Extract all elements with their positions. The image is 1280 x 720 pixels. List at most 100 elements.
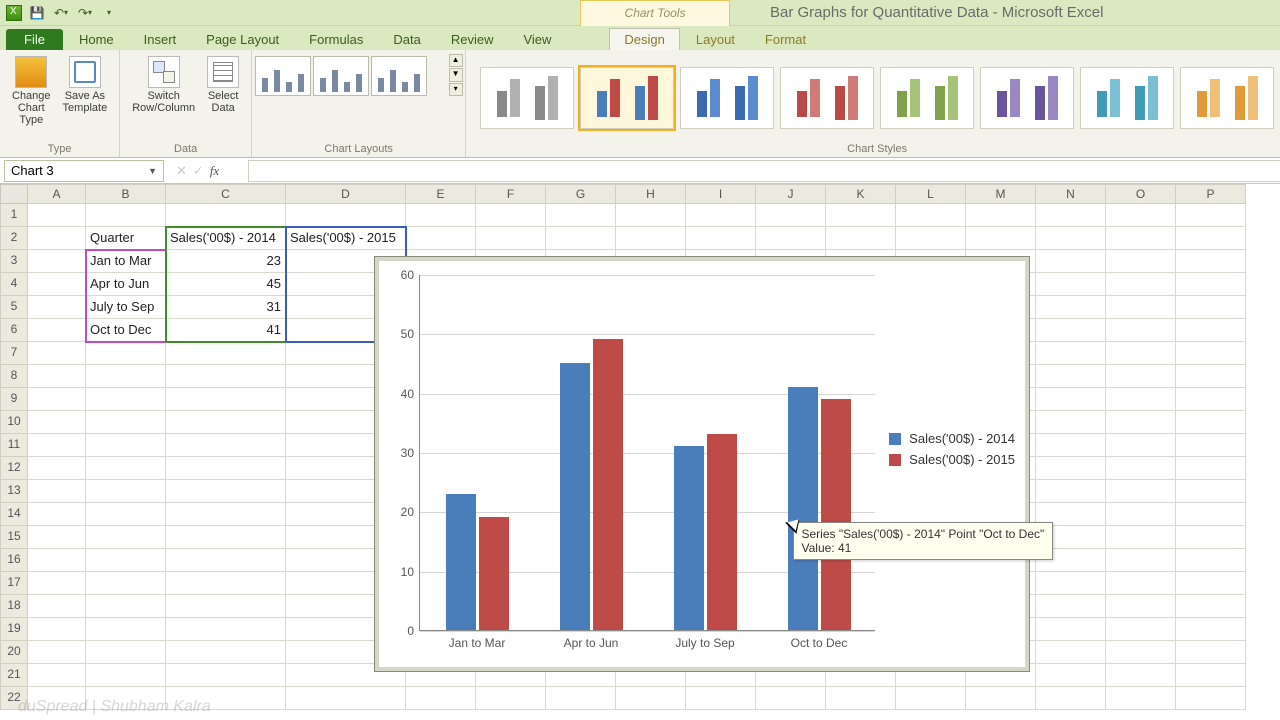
cell[interactable] [166, 365, 286, 388]
cell[interactable]: Jan to Mar [86, 250, 166, 273]
chart-style-thumb[interactable] [880, 67, 974, 129]
cell[interactable] [1036, 641, 1106, 664]
cell[interactable] [28, 204, 86, 227]
row-header[interactable]: 16 [0, 549, 28, 572]
cell[interactable] [1176, 204, 1246, 227]
bar[interactable] [707, 434, 737, 630]
row-header[interactable]: 14 [0, 503, 28, 526]
cell[interactable] [1106, 342, 1176, 365]
cell[interactable] [1036, 319, 1106, 342]
cell[interactable] [1176, 434, 1246, 457]
cell[interactable] [1036, 273, 1106, 296]
cell[interactable] [166, 480, 286, 503]
chart-layout-thumb[interactable] [313, 56, 369, 96]
cell[interactable] [86, 342, 166, 365]
cell[interactable] [28, 250, 86, 273]
cell[interactable] [166, 204, 286, 227]
cell[interactable] [1106, 296, 1176, 319]
cell[interactable] [86, 549, 166, 572]
cell[interactable] [1106, 365, 1176, 388]
tab-data[interactable]: Data [379, 29, 434, 50]
cell[interactable] [28, 365, 86, 388]
cell[interactable] [166, 572, 286, 595]
cell[interactable] [166, 618, 286, 641]
cell[interactable] [86, 388, 166, 411]
tab-format[interactable]: Format [751, 29, 820, 50]
cell[interactable] [1176, 365, 1246, 388]
bar[interactable] [821, 399, 851, 630]
chart-style-thumb[interactable] [780, 67, 874, 129]
tab-insert[interactable]: Insert [130, 29, 191, 50]
plot-area[interactable]: 0102030405060Jan to MarApr to JunJuly to… [419, 275, 875, 631]
cell[interactable] [1036, 250, 1106, 273]
cell[interactable] [1176, 572, 1246, 595]
qat-redo-icon[interactable]: ↷▾ [76, 4, 94, 22]
cell[interactable] [546, 687, 616, 710]
cell[interactable] [28, 503, 86, 526]
cell[interactable]: Oct to Dec [86, 319, 166, 342]
chart-style-thumb[interactable] [1080, 67, 1174, 129]
chart-style-thumb[interactable] [480, 67, 574, 129]
cell[interactable] [1106, 227, 1176, 250]
chart-style-thumb[interactable] [980, 67, 1074, 129]
col-header[interactable]: M [966, 184, 1036, 204]
bar[interactable] [560, 363, 590, 630]
cell[interactable] [1106, 204, 1176, 227]
row-header[interactable]: 13 [0, 480, 28, 503]
cell[interactable] [86, 411, 166, 434]
cell[interactable] [1176, 388, 1246, 411]
row-header[interactable]: 21 [0, 664, 28, 687]
col-header[interactable]: F [476, 184, 546, 204]
cell[interactable] [686, 204, 756, 227]
cell[interactable] [28, 618, 86, 641]
cell[interactable] [1176, 296, 1246, 319]
cell[interactable] [28, 227, 86, 250]
cell[interactable] [1106, 526, 1176, 549]
col-header[interactable]: O [1106, 184, 1176, 204]
cell[interactable] [86, 618, 166, 641]
col-header[interactable]: G [546, 184, 616, 204]
cell[interactable] [1176, 273, 1246, 296]
cell[interactable] [826, 687, 896, 710]
qat-customize-icon[interactable]: ▾ [100, 4, 118, 22]
cell[interactable] [28, 457, 86, 480]
cell[interactable] [476, 687, 546, 710]
cell[interactable] [756, 204, 826, 227]
cell[interactable] [1106, 480, 1176, 503]
qat-save-icon[interactable]: 💾 [28, 4, 46, 22]
cell[interactable] [1036, 388, 1106, 411]
cell[interactable] [166, 411, 286, 434]
chart-layout-thumb[interactable] [371, 56, 427, 96]
cell[interactable] [1176, 549, 1246, 572]
fx-icon[interactable]: fx [210, 163, 219, 179]
cell[interactable] [1176, 227, 1246, 250]
row-header[interactable]: 18 [0, 595, 28, 618]
col-header[interactable]: N [1036, 184, 1106, 204]
cell[interactable] [1176, 641, 1246, 664]
cell[interactable] [966, 227, 1036, 250]
cell[interactable] [1036, 227, 1106, 250]
cell[interactable]: 23 [166, 250, 286, 273]
cell[interactable] [286, 687, 406, 710]
gallery-more-icon[interactable]: ▾ [449, 83, 463, 96]
bar[interactable] [593, 339, 623, 630]
bar[interactable] [446, 494, 476, 630]
cell[interactable] [166, 526, 286, 549]
cell[interactable] [1176, 480, 1246, 503]
cell[interactable] [826, 227, 896, 250]
cell[interactable] [1036, 434, 1106, 457]
formula-bar[interactable] [248, 160, 1280, 182]
cell[interactable] [1106, 503, 1176, 526]
cell[interactable] [756, 227, 826, 250]
cell[interactable] [28, 595, 86, 618]
cell[interactable] [406, 227, 476, 250]
cell[interactable] [166, 342, 286, 365]
cell[interactable] [1106, 250, 1176, 273]
cell[interactable] [28, 273, 86, 296]
cell[interactable] [1106, 549, 1176, 572]
cell[interactable] [28, 641, 86, 664]
cell[interactable] [166, 549, 286, 572]
cell[interactable] [28, 480, 86, 503]
change-chart-type-button[interactable]: Change Chart Type [8, 54, 55, 128]
dropdown-icon[interactable]: ▼ [148, 166, 157, 176]
